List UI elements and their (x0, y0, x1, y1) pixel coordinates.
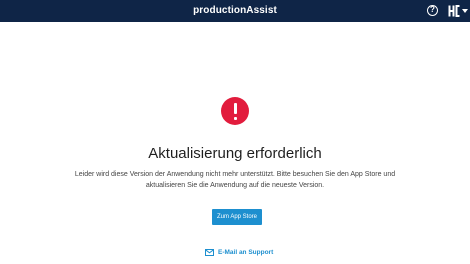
company-logo-icon (448, 5, 460, 17)
help-button[interactable]: ? (427, 5, 438, 16)
email-support-link[interactable]: E-Mail an Support (205, 247, 273, 257)
app-store-button[interactable]: Zum App Store (212, 209, 262, 225)
app-title: productionAssist (193, 5, 277, 16)
exclamation-circle-icon (221, 97, 249, 125)
chevron-down-icon (462, 9, 468, 13)
top-bar: productionAssist ? (0, 0, 470, 22)
update-required-panel: Aktualisierung erforderlich Leider wird … (0, 22, 470, 264)
support-link-label: E-Mail an Support (218, 248, 274, 256)
question-circle-icon: ? (430, 5, 435, 14)
page-title: Aktualisierung erforderlich (148, 145, 322, 162)
update-message: Leider wird diese Version der Anwendung … (74, 171, 396, 189)
account-menu-button[interactable] (448, 5, 468, 17)
mail-icon (205, 248, 214, 256)
